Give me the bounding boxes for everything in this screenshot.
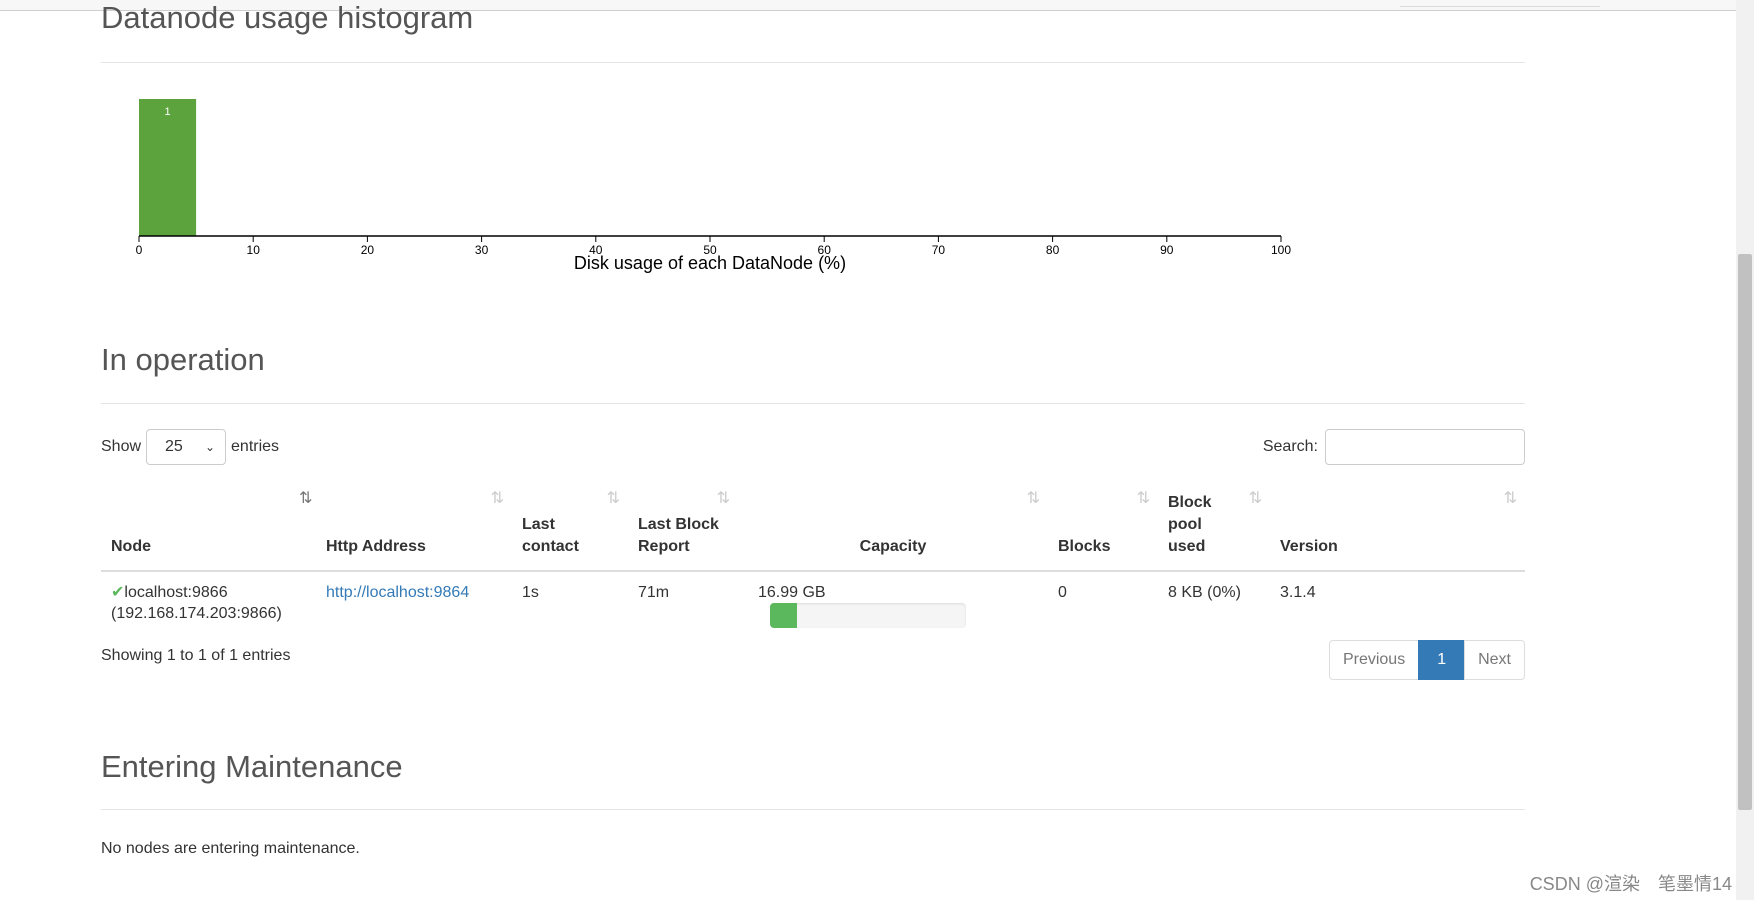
sort-icon: ⇅	[606, 490, 620, 507]
maintenance-divider	[101, 809, 1525, 810]
col-last-contact[interactable]: ⇅ Last contact	[512, 484, 628, 572]
x-tick-label: 80	[1046, 243, 1060, 257]
chevron-down-icon: ⌄	[204, 440, 216, 454]
x-tick-label: 70	[932, 243, 946, 257]
table-header-row: ⇅ Node ⇅ Http Address ⇅ Last contact ⇅ L…	[101, 484, 1525, 572]
search-box: Search:	[1263, 429, 1525, 465]
sort-icon: ⇅	[1503, 490, 1517, 507]
show-entries: Show 25 ⌄ entries	[101, 429, 279, 465]
col-version[interactable]: ⇅ Version	[1270, 484, 1525, 572]
sort-icon: ⇅	[1136, 490, 1150, 507]
node-name: localhost:9866	[124, 584, 228, 601]
x-tick-label: 0	[136, 243, 143, 257]
table-info: Showing 1 to 1 of 1 entries	[101, 647, 291, 664]
col-blocks[interactable]: ⇅ Blocks	[1048, 484, 1158, 572]
watermark: CSDN @渲染 笔墨情14	[1529, 874, 1732, 894]
col-capacity[interactable]: ⇅ Capacity	[738, 484, 1048, 572]
sort-asc-icon: ⇅	[299, 490, 313, 507]
sort-icon: ⇅	[716, 490, 730, 507]
maintenance-message: No nodes are entering maintenance.	[101, 840, 360, 857]
scrollbar-thumb[interactable]	[1738, 254, 1752, 810]
sort-icon: ⇅	[490, 490, 504, 507]
show-label: Show	[101, 438, 142, 455]
col-block-pool-used[interactable]: ⇅ Block pool used	[1158, 484, 1270, 572]
page-size-select[interactable]: 25 ⌄	[146, 429, 227, 465]
sort-icon: ⇅	[1026, 490, 1040, 507]
cell-last-contact: 1s	[522, 584, 539, 601]
x-tick-label: 90	[1160, 243, 1174, 257]
page-size-value: 25	[165, 438, 183, 455]
x-tick-label: 10	[247, 243, 261, 257]
tab-edge	[1400, 0, 1600, 7]
maintenance-title: Entering Maintenance	[101, 749, 403, 784]
vertical-scrollbar[interactable]	[1736, 0, 1754, 900]
histogram-bar	[139, 99, 197, 236]
cell-block-pool-used: 8 KB (0%)	[1168, 584, 1241, 601]
x-tick-label: 100	[1271, 243, 1291, 257]
cell-http-address: http://localhost:9864	[316, 571, 512, 636]
x-tick-label: 20	[361, 243, 375, 257]
search-label: Search:	[1262, 438, 1318, 455]
cell-last-block-report: 71m	[638, 584, 670, 601]
cell-capacity: 16.99 GB	[738, 571, 1048, 636]
table-row: ✔localhost:9866 (192.168.174.203:9866) h…	[101, 571, 1525, 636]
http-address-link[interactable]: http://localhost:9864	[326, 584, 469, 601]
sort-icon: ⇅	[1248, 490, 1262, 507]
check-icon: ✔	[111, 584, 125, 601]
histogram-bar-label: 1	[164, 106, 170, 118]
node-address: (192.168.174.203:9866)	[111, 605, 282, 622]
previous-page-button[interactable]: Previous	[1328, 640, 1420, 680]
cell-blocks: 0	[1058, 584, 1067, 601]
in-operation-title: In operation	[101, 342, 265, 377]
search-input[interactable]	[1325, 429, 1525, 465]
x-axis-label: Disk usage of each DataNode (%)	[574, 253, 846, 273]
capacity-progress-fill	[770, 603, 798, 629]
in-operation-divider	[101, 403, 1525, 404]
histogram-chart: 1 0 10 20 30 40 50 60 70 80 90 100 Disk usage of e…	[136, 99, 1291, 273]
pagination: Previous 1 Next	[1328, 640, 1525, 680]
cell-node: ✔localhost:9866 (192.168.174.203:9866)	[101, 571, 316, 636]
x-tick-label: 30	[475, 243, 489, 257]
next-page-button[interactable]: Next	[1464, 640, 1525, 680]
col-node[interactable]: ⇅ Node	[101, 484, 316, 572]
cell-version: 3.1.4	[1280, 584, 1316, 601]
col-last-block-report[interactable]: ⇅ Last Block Report	[628, 484, 738, 572]
entries-label: entries	[231, 438, 280, 455]
col-http-address[interactable]: ⇅ Http Address	[316, 484, 512, 572]
capacity-text: 16.99 GB	[758, 584, 826, 602]
page-1-button[interactable]: 1	[1418, 640, 1466, 680]
capacity-progress	[770, 603, 966, 629]
histogram-title: Datanode usage histogram	[101, 0, 474, 35]
datanode-table: ⇅ Node ⇅ Http Address ⇅ Last contact ⇅ L…	[101, 484, 1525, 636]
